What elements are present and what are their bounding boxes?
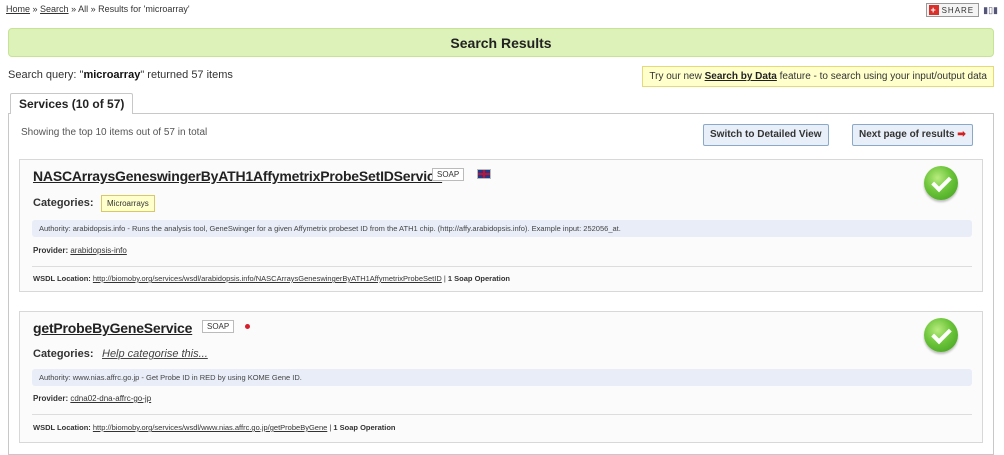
soap-badge: SOAP: [202, 320, 235, 333]
divider: [32, 266, 972, 267]
breadcrumb-separator: »: [68, 4, 79, 14]
uk-flag-icon: [477, 169, 491, 179]
breadcrumb-all: All: [78, 4, 89, 14]
search-by-data-link[interactable]: Search by Data: [705, 71, 777, 82]
check-icon: [924, 318, 958, 352]
tip-prefix: Try our new: [649, 71, 705, 82]
category-tag-microarrays[interactable]: Microarrays: [101, 195, 155, 212]
search-by-data-tip: Try our new Search by Data feature - to …: [642, 66, 994, 87]
breadcrumb-current: Results for 'microarray': [98, 4, 190, 14]
categories-label: Categories:: [33, 197, 94, 209]
wsdl-link[interactable]: http://biomoby.org/services/wsdl/arabido…: [93, 274, 442, 283]
results-count-text: Showing the top 10 items out of 57 in to…: [21, 127, 208, 138]
arrow-right-icon: ➡: [957, 129, 966, 140]
share-widget: + SHARE ▮▯▮: [925, 3, 998, 17]
check-icon: [924, 166, 958, 200]
breadcrumb-search-link[interactable]: Search: [40, 4, 69, 14]
provider-label: Provider:: [33, 246, 69, 255]
authority-description: Authority: arabidopsis.info - Runs the a…: [32, 220, 972, 237]
provider-link[interactable]: cdna02-dna-affrc-go-jp: [70, 394, 151, 403]
provider-line: Provider: arabidopsis-info: [33, 246, 127, 255]
wsdl-label: WSDL Location:: [33, 423, 91, 432]
breadcrumb-separator: »: [30, 4, 41, 14]
query-suffix: " returned 57 items: [140, 69, 233, 81]
page-title: Search Results: [8, 28, 994, 57]
switch-detailed-view-button[interactable]: Switch to Detailed View: [703, 124, 829, 146]
soap-operations-count: 1 Soap Operation: [447, 274, 510, 283]
search-query-summary: Search query: "microarray" returned 57 i…: [8, 69, 233, 81]
categories-label: Categories:: [33, 348, 94, 360]
breadcrumb: Home » Search » All » Results for 'micro…: [6, 4, 190, 14]
jp-flag-icon: [245, 324, 250, 329]
wsdl-label: WSDL Location:: [33, 274, 91, 283]
soap-operations-count: 1 Soap Operation: [333, 423, 396, 432]
result-item: getProbeByGeneService SOAP Categories: H…: [19, 311, 983, 443]
service-title-link[interactable]: getProbeByGeneService: [33, 320, 192, 336]
next-page-label: Next page of results: [859, 129, 955, 140]
wsdl-line: WSDL Location: http://biomoby.org/servic…: [33, 423, 396, 432]
result-item: NASCArraysGeneswingerByATH1AffymetrixPro…: [19, 159, 983, 292]
results-panel: Showing the top 10 items out of 57 in to…: [8, 113, 994, 455]
plus-icon: +: [928, 5, 939, 15]
next-page-button[interactable]: Next page of results ➡: [852, 124, 973, 146]
provider-link[interactable]: arabidopsis-info: [70, 246, 126, 255]
query-term: microarray: [83, 69, 141, 81]
share-button[interactable]: + SHARE: [925, 3, 980, 17]
help-categorise-link[interactable]: Help categorise this...: [102, 348, 208, 360]
provider-line: Provider: cdna02-dna-affrc-go-jp: [33, 394, 151, 403]
share-label: SHARE: [941, 5, 975, 15]
provider-label: Provider:: [33, 394, 69, 403]
query-prefix: Search query: ": [8, 69, 84, 81]
soap-badge: SOAP: [432, 168, 465, 181]
breadcrumb-separator: »: [88, 4, 99, 14]
social-icons[interactable]: ▮▯▮: [983, 5, 998, 16]
divider: [32, 414, 972, 415]
service-title-link[interactable]: NASCArraysGeneswingerByATH1AffymetrixPro…: [33, 168, 442, 184]
authority-description: Authority: www.nias.affrc.go.jp - Get Pr…: [32, 369, 972, 386]
wsdl-link[interactable]: http://biomoby.org/services/wsdl/www.nia…: [93, 423, 327, 432]
wsdl-line: WSDL Location: http://biomoby.org/servic…: [33, 274, 510, 283]
tab-services[interactable]: Services (10 of 57): [10, 93, 134, 114]
breadcrumb-home-link[interactable]: Home: [6, 4, 30, 14]
tip-suffix: feature - to search using your input/out…: [776, 71, 987, 82]
